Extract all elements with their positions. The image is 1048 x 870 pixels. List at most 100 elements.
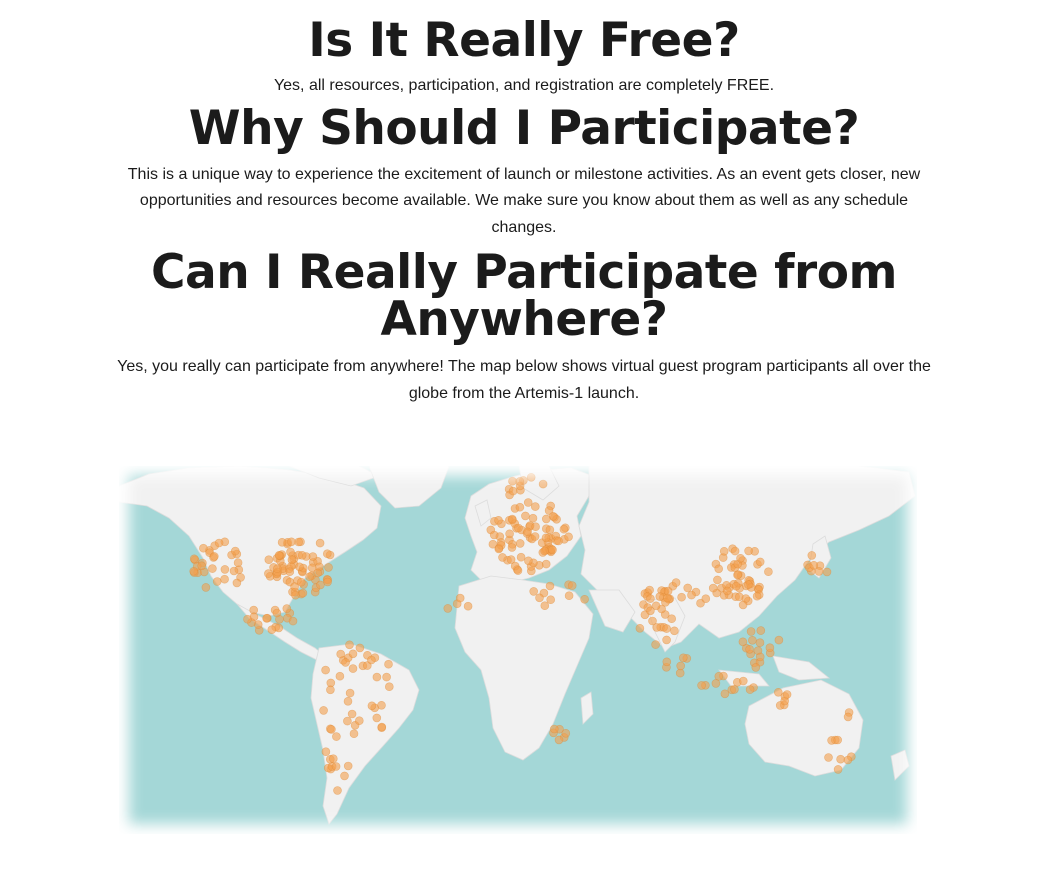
participant-marker xyxy=(580,595,589,604)
participant-marker xyxy=(316,580,325,590)
participant-marker xyxy=(297,551,307,560)
participant-marker xyxy=(564,532,573,542)
participant-marker xyxy=(264,569,273,578)
participant-marker xyxy=(774,635,784,645)
participant-marker xyxy=(384,682,394,691)
participant-marker xyxy=(548,545,557,555)
participant-marker xyxy=(212,577,222,586)
participant-marker xyxy=(751,663,761,672)
participant-marker xyxy=(197,561,206,571)
participant-marker xyxy=(348,649,358,659)
participant-marker xyxy=(323,577,332,587)
participant-marker xyxy=(463,601,473,611)
participant-marker xyxy=(229,566,239,576)
participant-marker xyxy=(540,546,549,556)
participant-marker xyxy=(752,591,762,601)
participant-marker xyxy=(745,645,754,654)
participant-marker xyxy=(513,566,523,575)
paragraph-is-it-free: Yes, all resources, participation, and r… xyxy=(273,77,775,94)
participant-marker xyxy=(670,626,679,636)
participant-marker xyxy=(711,679,721,688)
participant-marker xyxy=(843,755,853,765)
participant-marker xyxy=(507,543,517,552)
participant-marker xyxy=(730,546,740,556)
participant-marker xyxy=(651,640,660,649)
participant-marker xyxy=(529,587,539,596)
participant-marker xyxy=(494,544,504,554)
participant-marker xyxy=(545,581,555,591)
participant-marker xyxy=(274,623,284,633)
participant-marker xyxy=(348,664,358,673)
participant-marker xyxy=(286,547,295,557)
participant-marker xyxy=(530,502,540,511)
participant-marker xyxy=(843,712,853,722)
participant-marker xyxy=(662,593,672,603)
participant-marker xyxy=(756,626,766,635)
participant-marker xyxy=(677,592,686,602)
participant-marker xyxy=(297,577,306,587)
participant-marker xyxy=(523,527,532,537)
participant-marker xyxy=(755,652,765,662)
participant-marker xyxy=(321,665,330,675)
participant-marker xyxy=(508,486,518,496)
participant-marker xyxy=(733,570,742,580)
participant-marker xyxy=(291,590,300,600)
participant-marker xyxy=(738,676,748,686)
participant-marker xyxy=(267,625,277,634)
participant-marker xyxy=(822,567,832,577)
participant-marker xyxy=(526,473,536,482)
participant-marker xyxy=(329,754,338,764)
participant-marker xyxy=(287,555,297,565)
participant-marker xyxy=(807,551,817,560)
participant-marker xyxy=(675,668,685,678)
participant-marker xyxy=(713,575,722,585)
participant-marker xyxy=(282,604,292,613)
participant-marker xyxy=(824,753,833,762)
participant-marker xyxy=(327,725,336,734)
participant-marker xyxy=(321,747,331,757)
participant-marker xyxy=(764,567,773,576)
participant-marker xyxy=(377,722,387,732)
participant-marker xyxy=(343,761,353,771)
participant-marker xyxy=(326,685,335,695)
participant-marker xyxy=(315,538,325,548)
participant-marker xyxy=(336,649,345,659)
participant-marker xyxy=(567,581,577,590)
participant-marker xyxy=(343,697,353,706)
participant-marker xyxy=(274,551,284,560)
participant-marker xyxy=(530,532,540,541)
participant-marker xyxy=(541,559,551,569)
participant-marker xyxy=(189,567,198,576)
participant-marker xyxy=(220,574,229,584)
participant-marker xyxy=(273,564,282,573)
participant-marker xyxy=(531,522,540,532)
participant-marker xyxy=(541,533,551,543)
participant-marker xyxy=(564,591,574,600)
participant-marker xyxy=(549,724,559,734)
participant-marker xyxy=(189,554,199,564)
heading-participate-anywhere: Can I Really Participate from Anywhere? xyxy=(151,245,897,347)
participant-marker xyxy=(535,593,544,603)
participant-marker xyxy=(377,701,386,710)
participant-marker xyxy=(313,568,322,578)
participant-marker xyxy=(755,557,765,567)
participant-marker xyxy=(324,563,333,572)
participant-marker xyxy=(748,636,757,645)
participant-marker xyxy=(546,595,556,604)
participant-marker xyxy=(714,564,724,574)
participant-marker xyxy=(208,564,217,573)
participant-marker xyxy=(662,657,672,667)
participant-marker xyxy=(367,701,377,711)
page: Is It Really Free? Yes, all resources, p… xyxy=(0,0,1048,834)
participant-marker xyxy=(295,562,304,572)
participant-marker xyxy=(765,643,775,652)
participant-marker xyxy=(489,530,499,540)
participant-marker xyxy=(507,514,517,524)
participant-marker xyxy=(201,583,211,592)
participant-marker xyxy=(545,525,555,535)
heading-why-participate: Why Should I Participate? xyxy=(188,100,860,156)
participant-marker xyxy=(243,614,252,624)
participant-marker xyxy=(676,661,686,671)
participant-marker xyxy=(515,539,525,548)
participant-marker xyxy=(548,511,558,521)
